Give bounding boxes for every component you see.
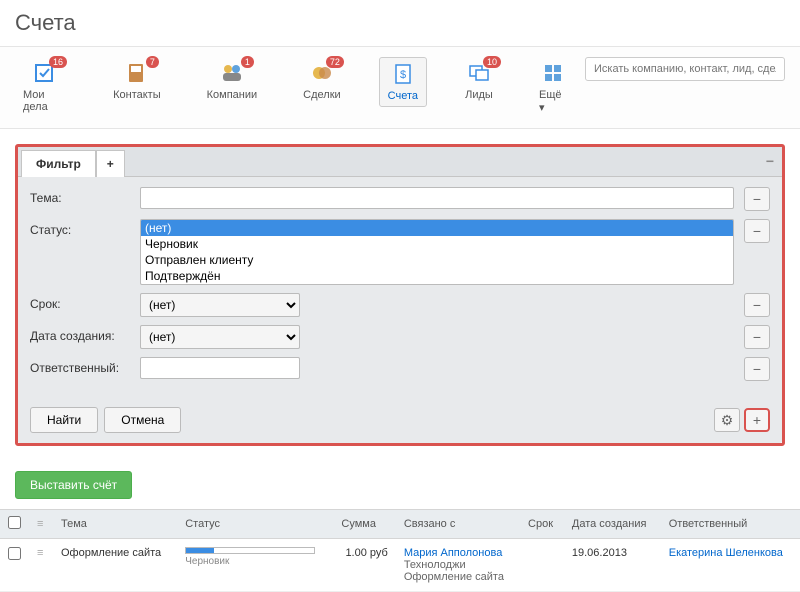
cell-theme: Оформление сайта: [53, 539, 177, 592]
nav-label: Лиды: [465, 89, 493, 101]
remove-responsible-button[interactable]: −: [744, 357, 770, 381]
invoices-icon: $: [389, 62, 417, 86]
status-select[interactable]: (нет) Черновик Отправлен клиенту Подтвер…: [140, 219, 734, 285]
select-all-checkbox[interactable]: [8, 516, 21, 529]
progress-bar: [186, 548, 214, 553]
th-theme[interactable]: Тема: [53, 510, 177, 539]
filter-tab[interactable]: Фильтр: [21, 150, 96, 177]
filter-panel: Фильтр + − Тема: − Статус: (нет) Чернови…: [15, 144, 785, 446]
nav-label: Контакты: [113, 89, 161, 101]
nav-more[interactable]: Ещё ▾: [531, 57, 575, 118]
created-select[interactable]: (нет): [140, 325, 300, 349]
badge: 72: [326, 56, 344, 68]
status-option[interactable]: Подтверждён: [141, 268, 733, 284]
row-checkbox[interactable]: [8, 547, 21, 560]
nav-deals[interactable]: 72 Сделки: [295, 57, 349, 105]
contacts-icon: 7: [123, 61, 151, 85]
cell-sum: 1.00 руб: [333, 539, 395, 592]
cell-status: Черновик: [177, 539, 333, 592]
invoices-table: ≡ Тема Статус Сумма Связано с Срок Дата …: [0, 509, 800, 592]
linked-item: Оформление сайта: [404, 571, 512, 583]
th-sum[interactable]: Сумма: [333, 510, 395, 539]
filter-collapse-icon[interactable]: −: [766, 153, 774, 169]
th-deadline[interactable]: Срок: [520, 510, 564, 539]
badge: 10: [483, 56, 501, 68]
deals-icon: 72: [308, 61, 336, 85]
theme-label: Тема:: [30, 187, 140, 205]
th-created[interactable]: Дата создания: [564, 510, 661, 539]
nav-label: Компании: [207, 89, 258, 101]
nav-contacts[interactable]: 7 Контакты: [105, 57, 169, 105]
deadline-select[interactable]: (нет): [140, 293, 300, 317]
status-option[interactable]: Отправлен клиенту: [141, 252, 733, 268]
table-row: ≡ Оформление сайта Черновик 1.00 руб Мар…: [0, 539, 800, 592]
th-status[interactable]: Статус: [177, 510, 333, 539]
theme-input[interactable]: [140, 187, 734, 209]
row-menu-icon[interactable]: ≡: [37, 547, 43, 559]
more-icon: [539, 61, 567, 85]
responsible-input[interactable]: [140, 357, 300, 379]
badge: 7: [146, 56, 159, 68]
nav-companies[interactable]: 1 Компании: [199, 57, 266, 105]
status-label: Статус:: [30, 219, 140, 237]
leads-icon: 10: [465, 61, 493, 85]
remove-theme-button[interactable]: −: [744, 187, 770, 211]
search-input[interactable]: [585, 57, 785, 81]
cell-created: 19.06.2013: [564, 539, 661, 592]
responsible-link[interactable]: Екатерина Шеленкова: [669, 547, 783, 559]
th-linked[interactable]: Связано с: [396, 510, 520, 539]
remove-status-button[interactable]: −: [744, 219, 770, 243]
linked-company: Технолоджи: [404, 559, 512, 571]
cell-deadline: [520, 539, 564, 592]
create-invoice-button[interactable]: Выставить счёт: [15, 471, 132, 499]
responsible-label: Ответственный:: [30, 357, 140, 375]
svg-text:$: $: [400, 69, 406, 81]
page-title: Счета: [0, 0, 800, 47]
badge: 1: [241, 56, 254, 68]
status-option[interactable]: (нет): [141, 220, 733, 236]
cell-linked: Мария Апполонова Технолоджи Оформление с…: [396, 539, 520, 592]
status-option[interactable]: Черновик: [141, 236, 733, 252]
cancel-button[interactable]: Отмена: [104, 407, 181, 433]
filter-tabs: Фильтр + −: [18, 147, 782, 177]
remove-created-button[interactable]: −: [744, 325, 770, 349]
linked-contact-link[interactable]: Мария Апполонова: [404, 547, 512, 559]
navbar: 16 Мои дела 7 Контакты 1 Компании 72 Сде…: [0, 47, 800, 129]
nav-label: Мои дела: [23, 89, 67, 113]
badge: 16: [49, 56, 67, 68]
filter-actions: Найти Отмена ⚙ +: [18, 399, 782, 443]
th-responsible[interactable]: Ответственный: [661, 510, 800, 539]
filter-body: Тема: − Статус: (нет) Черновик Отправлен…: [18, 177, 782, 399]
tasks-icon: 16: [31, 61, 59, 85]
nav-leads[interactable]: 10 Лиды: [457, 57, 501, 105]
add-filter-button[interactable]: +: [744, 408, 770, 432]
find-button[interactable]: Найти: [30, 407, 98, 433]
menu-icon[interactable]: ≡: [37, 518, 43, 530]
remove-deadline-button[interactable]: −: [744, 293, 770, 317]
gear-icon: ⚙: [721, 412, 734, 428]
settings-button[interactable]: ⚙: [714, 408, 740, 432]
nav-more-label: Ещё ▾: [539, 89, 567, 114]
deadline-label: Срок:: [30, 293, 140, 311]
nav-my-tasks[interactable]: 16 Мои дела: [15, 57, 75, 117]
filter-add-tab[interactable]: +: [96, 150, 125, 177]
nav-label: Сделки: [303, 89, 341, 101]
nav-label: Счета: [388, 90, 418, 102]
progress-label: Черновик: [185, 556, 315, 567]
companies-icon: 1: [218, 61, 246, 85]
search-box: [585, 57, 785, 81]
created-label: Дата создания:: [30, 325, 140, 343]
nav-invoices[interactable]: $ Счета: [379, 57, 427, 107]
